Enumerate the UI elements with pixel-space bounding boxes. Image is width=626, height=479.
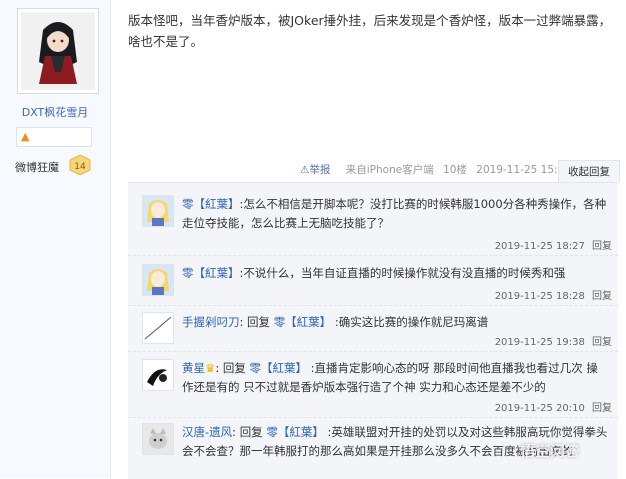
vip-icon: ♛	[205, 361, 216, 375]
avatar-image	[143, 424, 173, 454]
reply-time: 2019-11-25 18:28	[494, 291, 585, 302]
badge-label: 微博狂魔	[15, 161, 59, 174]
reply-button[interactable]: 回复	[592, 291, 612, 302]
reply-target[interactable]: 零【紅葉】	[250, 361, 308, 375]
reply-time: 2019-11-25 18:27	[494, 241, 585, 252]
badge-row: 微博狂魔 14	[15, 155, 105, 177]
post-time: 2019-11-25 15:57	[476, 164, 571, 176]
reply-footer: 2019-11-25 18:27 回复	[495, 237, 612, 252]
avatar-image	[143, 196, 173, 226]
reply-avatar[interactable]	[142, 264, 174, 296]
avatar-image	[21, 12, 95, 90]
flame-icon: ▲	[21, 130, 30, 143]
badge-number: 14	[74, 162, 86, 172]
reply-author[interactable]: 手握剁叼刀	[182, 315, 240, 329]
reply-word: 回复	[247, 315, 271, 329]
reply-button[interactable]: 回复	[592, 337, 612, 348]
reply-text: 零【紅葉】:怎么不相信是开脚本呢？没打比赛的时候韩服1000分各种秀操作，各种走…	[182, 195, 608, 233]
username[interactable]: DXT枫花雪月	[0, 104, 110, 120]
reply-author[interactable]: 汉唐-遗风	[182, 425, 232, 439]
report-label[interactable]: 举报	[309, 164, 330, 176]
avatar-image	[143, 313, 173, 343]
avatar-image	[143, 360, 173, 390]
reply-author[interactable]: 零【紅葉】	[182, 266, 240, 280]
reply-item: 零【紅葉】:怎么不相信是开脚本呢？没打比赛的时候韩服1000分各种秀操作，各种走…	[128, 183, 618, 256]
reply-footer: 2019-11-25 19:38 回复	[495, 333, 612, 348]
reply-text: 零【紅葉】:不说什么，当年自证直播的时候操作就没有没直播的时候秀和强	[182, 264, 608, 283]
reply-content: 怎么不相信是开脚本呢？没打比赛的时候韩服1000分各种秀操作，各种走位夺技能，怎…	[182, 197, 607, 230]
reply-word: 回复	[222, 361, 246, 375]
avatar-image	[143, 265, 173, 295]
reply-footer: 2019-11-25 18:28 回复	[495, 287, 612, 302]
post-meta: ⚠举报 来自iPhone客户端 10楼 2019-11-25 15:57	[300, 162, 577, 180]
collapse-replies-button[interactable]: 收起回复	[558, 160, 620, 183]
reply-item: 黄星♛: 回复 零【紅葉】 :直播肯定影响心态的呀 那段时间他直播我也看过几次 …	[128, 351, 618, 418]
reply-item: 零【紅葉】:不说什么，当年自证直播的时候操作就没有没直播的时候秀和强 2019-…	[128, 255, 618, 306]
reply-button[interactable]: 回复	[592, 403, 612, 414]
post-floor: 10楼	[443, 164, 467, 176]
reply-content: :确实这比赛的操作就尼玛离谱	[334, 315, 489, 329]
watermark: 悟空问答	[520, 442, 581, 460]
reply-button[interactable]: 回复	[592, 241, 612, 252]
post-source: 来自iPhone客户端	[345, 164, 434, 176]
reply-sep: :	[232, 425, 237, 439]
reply-footer: 2019-11-25 20:10 回复	[495, 399, 612, 414]
reply-item: 手握剁叼刀: 回复 零【紅葉】 :确实这比赛的操作就尼玛离谱 2019-11-2…	[128, 305, 618, 352]
badge-count-icon: 14	[69, 155, 91, 175]
level-box: ▲	[16, 127, 92, 147]
reply-list: 零【紅葉】: 怎么不相信是开脚本呢？没打比赛的时候韩服1000分各种秀操作，各种走…	[128, 182, 618, 479]
reply-avatar[interactable]	[142, 312, 174, 344]
reply-word: 回复	[239, 425, 263, 439]
reply-target[interactable]: 零【紅葉】	[274, 315, 332, 329]
reply-sep: :	[239, 315, 244, 329]
report-link[interactable]: ⚠举报	[300, 164, 336, 176]
user-avatar[interactable]	[17, 8, 99, 94]
reply-time: 2019-11-25 20:10	[494, 403, 585, 414]
reply-author[interactable]: 黄星	[182, 361, 205, 375]
reply-text: 手握剁叼刀: 回复 零【紅葉】 :确实这比赛的操作就尼玛离谱	[182, 313, 608, 332]
reply-avatar[interactable]	[142, 359, 174, 391]
reply-target[interactable]: 零【紅葉】	[266, 425, 324, 439]
reply-avatar[interactable]	[142, 423, 174, 455]
reply-sep: :	[215, 361, 220, 375]
reply-author[interactable]: 零【紅葉】	[182, 197, 240, 211]
post-content: 版本怪吧，当年香炉版本，被JOker捶外挂，后来发现是个香炉怪，版本一过弊端暴露…	[128, 13, 612, 49]
reply-avatar[interactable]	[142, 195, 174, 227]
reply-text: 黄星♛: 回复 零【紅葉】 :直播肯定影响心态的呀 那段时间他直播我也看过几次 …	[182, 359, 608, 397]
user-panel: DXT枫花雪月 ▲ 微博狂魔 14	[0, 0, 111, 478]
reply-content: 不说什么，当年自证直播的时候操作就没有没直播的时候秀和强	[243, 266, 566, 280]
reply-time: 2019-11-25 19:38	[494, 337, 585, 348]
